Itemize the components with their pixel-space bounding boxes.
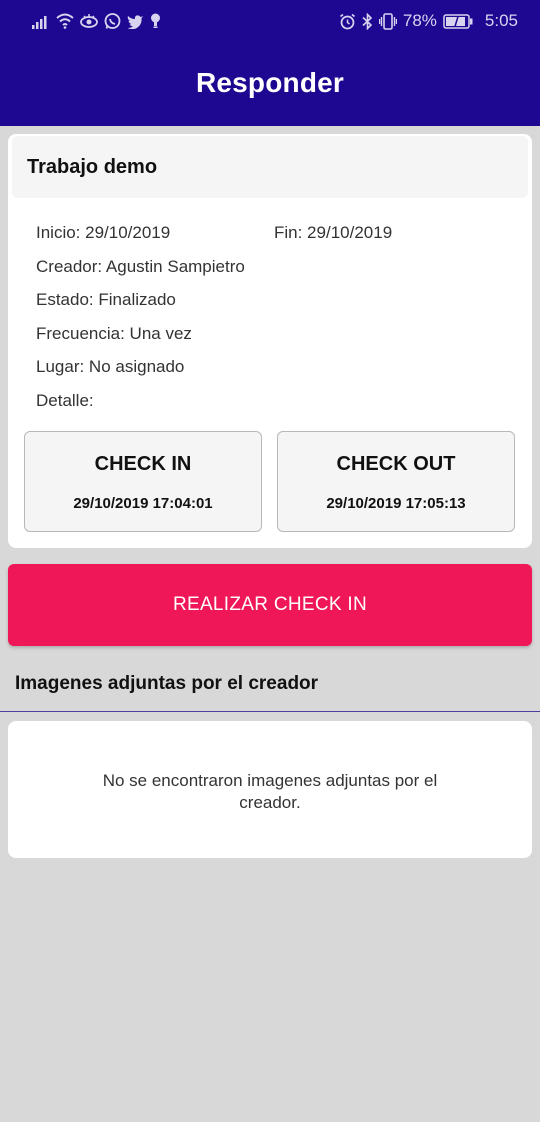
check-in-box: CHECK IN 29/10/2019 17:04:01 [24, 431, 262, 532]
job-card: Trabajo demo Inicio: 29/10/2019 Fin: 29/… [8, 134, 532, 548]
notification-icon [151, 13, 160, 28]
alarm-icon [339, 13, 355, 29]
job-detail: Detalle: [36, 391, 94, 410]
check-out-time: 29/10/2019 17:05:13 [326, 495, 466, 512]
job-frequency: Frecuencia: Una vez [36, 324, 192, 343]
job-title: Trabajo demo [27, 155, 158, 178]
app-bar: Responder [0, 42, 540, 126]
job-end-date: Fin: 29/10/2019 [274, 223, 393, 242]
images-card: No se encontraron imagenes adjuntas por … [8, 721, 532, 858]
job-place: Lugar: No asignado [36, 357, 185, 376]
battery-percent: 78% [402, 11, 437, 30]
check-out-label: CHECK OUT [336, 453, 456, 475]
status-left-icons [32, 12, 161, 30]
job-start-date: Inicio: 29/10/2019 [36, 223, 171, 242]
job-header: Trabajo demo [12, 136, 528, 198]
eye-icon [80, 14, 98, 28]
status-right-icons: 78% 5:05 [339, 11, 518, 31]
bluetooth-icon [362, 12, 373, 30]
clock-time: 5:05 [484, 11, 518, 30]
job-status: Estado: Finalizado [36, 290, 176, 309]
page-title: Responder [195, 67, 345, 98]
twitter-icon [127, 14, 143, 29]
check-out-box: CHECK OUT 29/10/2019 17:05:13 [277, 431, 515, 532]
wifi-icon [56, 13, 74, 29]
battery-icon [443, 13, 473, 29]
whatsapp-icon [104, 12, 121, 29]
images-section-title: Imagenes adjuntas por el creador [15, 673, 319, 694]
vibrate-icon [378, 12, 397, 30]
check-in-time: 29/10/2019 17:04:01 [73, 495, 213, 512]
job-creator: Creador: Agustin Sampietro [36, 257, 245, 276]
realizar-check-in-button[interactable]: REALIZAR CHECK IN [8, 564, 532, 646]
status-bar: 78% 5:05 [0, 0, 540, 42]
section-divider [0, 711, 540, 712]
signal-icon [32, 16, 47, 29]
empty-images-message: No se encontraron imagenes adjuntas por … [102, 771, 438, 812]
check-in-label: CHECK IN [94, 453, 192, 475]
